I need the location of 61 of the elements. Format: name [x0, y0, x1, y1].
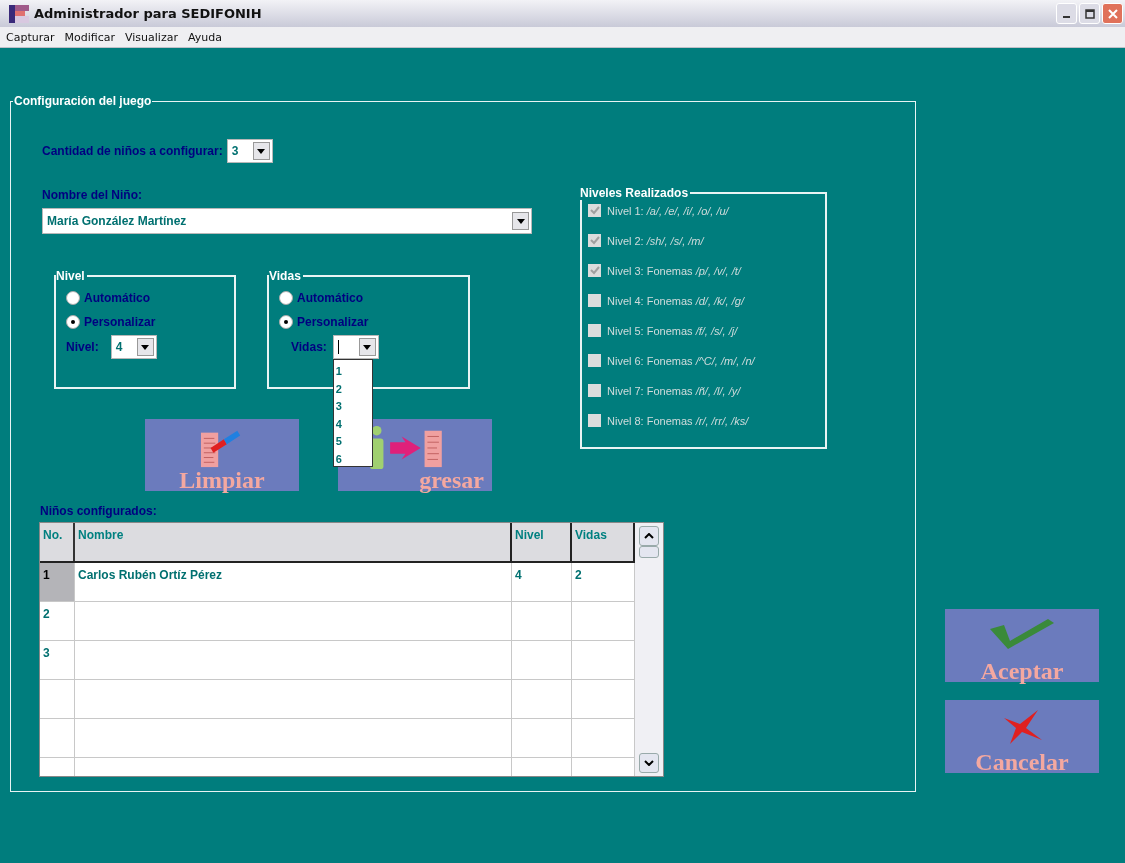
radio-option[interactable]: Automático: [66, 291, 224, 305]
child-name-label: Nombre del Niño:: [42, 188, 143, 202]
count-label: Cantidad de niños a configurar:: [42, 144, 223, 158]
menu-item[interactable]: Modificar: [64, 30, 115, 44]
table-label: Niños configurados:: [40, 504, 158, 518]
level-dropdown[interactable]: 4: [110, 335, 157, 359]
radio-option[interactable]: Automático: [279, 291, 458, 305]
row-number-cell: 1: [40, 563, 75, 602]
window-title: Administrador para SEDIFONIH: [34, 6, 263, 21]
table-cell: [40, 680, 75, 719]
table-cell: 4: [512, 563, 572, 602]
column-header[interactable]: Nivel: [512, 523, 572, 561]
caret-icon: [363, 344, 372, 350]
dropdown-option[interactable]: 3: [335, 398, 372, 416]
menu-item[interactable]: Visualizar: [125, 30, 178, 44]
maximize-icon: [1083, 7, 1096, 20]
row-number-cell: 3: [40, 641, 75, 680]
scroll-up-icon: [644, 533, 654, 539]
checkmark-icon: [589, 206, 600, 215]
radio-option[interactable]: Personalizar: [279, 315, 458, 329]
field-label: Nivel:: [66, 340, 99, 354]
dropdown-option[interactable]: 2: [335, 380, 372, 398]
clear-button[interactable]: Limpiar: [145, 419, 299, 491]
dropdown-option[interactable]: 1: [335, 363, 372, 381]
group-title: Nivel: [56, 269, 87, 283]
caret-icon: [516, 218, 525, 224]
accept-button[interactable]: Aceptar: [945, 609, 1099, 682]
minimize-icon: [1063, 16, 1070, 18]
checkmark-icon: [589, 266, 600, 275]
app-icon: [9, 4, 29, 23]
row-number-cell: 2: [40, 602, 75, 641]
dropdown-option[interactable]: 5: [335, 433, 372, 451]
table-cell: [40, 719, 75, 758]
group-title: Vidas: [269, 269, 303, 283]
scroll-thumb[interactable]: [639, 546, 659, 558]
cancel-button[interactable]: Cancelar: [945, 700, 1099, 773]
minimize-button[interactable]: [1056, 3, 1077, 24]
panel-title: Configuración del juego: [13, 94, 153, 108]
menu-item[interactable]: Capturar: [6, 30, 55, 44]
radio-option[interactable]: Personalizar: [66, 315, 224, 329]
dropdown-option[interactable]: 6: [335, 450, 372, 468]
caret-icon: [141, 344, 150, 350]
checkmark-icon: [589, 236, 600, 245]
table-cell: [512, 641, 572, 680]
close-icon: [1106, 7, 1119, 20]
group-title: Niveles Realizados: [580, 186, 691, 200]
checkmark-icon: [990, 619, 1054, 649]
table-cell: [512, 680, 572, 719]
column-header[interactable]: Nombre: [75, 523, 512, 561]
caret-icon: [257, 148, 266, 154]
scrollbar[interactable]: [635, 523, 663, 776]
table-cell: [512, 719, 572, 758]
count-dropdown[interactable]: 3: [226, 139, 273, 163]
column-header[interactable]: No.: [40, 523, 75, 561]
table-cell: [512, 602, 572, 641]
child-name-dropdown[interactable]: María González Martínez: [42, 208, 532, 234]
scroll-down-icon: [644, 760, 654, 766]
maximize-button[interactable]: [1079, 3, 1100, 24]
menu-item[interactable]: Ayuda: [187, 30, 222, 44]
table-cell: Carlos Rubén Ortíz Pérez: [75, 563, 512, 602]
field-label: Vidas:: [291, 340, 327, 354]
